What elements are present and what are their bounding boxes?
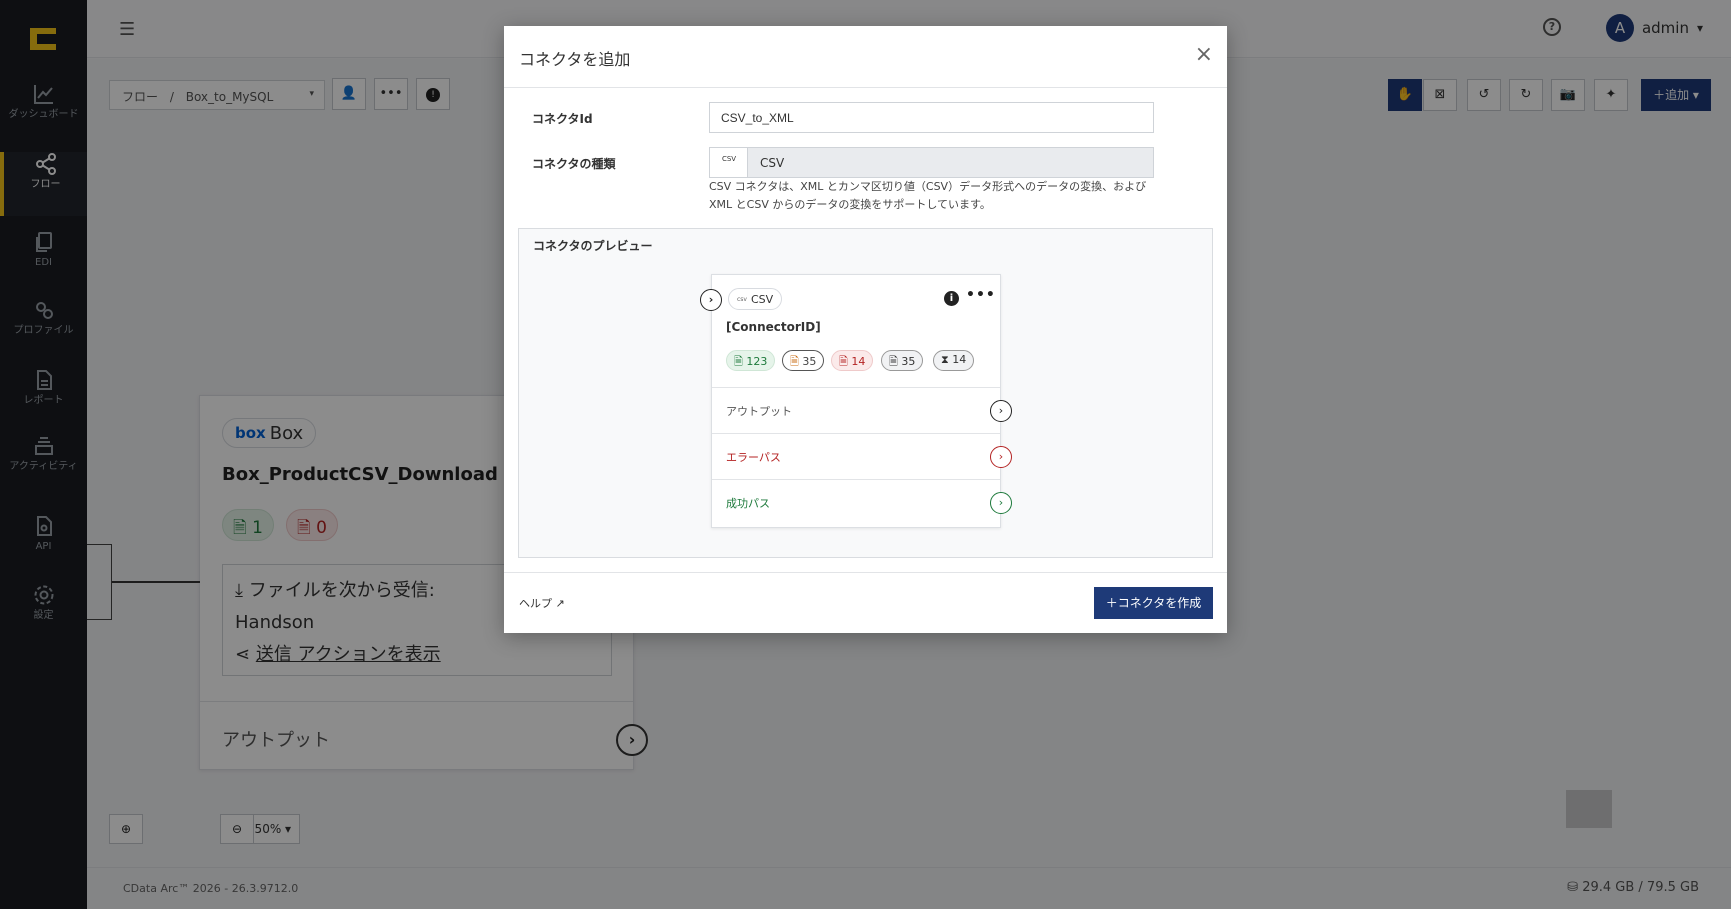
preview-success-path-row: 成功パス › [712, 479, 1012, 525]
create-connector-button[interactable]: ＋コネクタを作成 [1094, 587, 1213, 619]
count-value: 123 [746, 355, 768, 368]
help-link[interactable]: ヘルプ ↗ [519, 595, 565, 611]
count-badge-skipped: 🗎 35 [881, 350, 924, 371]
error-path-label: エラーパス [726, 451, 781, 464]
error-path-chevron-right-icon: › [990, 446, 1012, 468]
success-path-chevron-right-icon: › [990, 492, 1012, 514]
count-value: 35 [901, 355, 916, 368]
count-value: 14 [952, 353, 967, 366]
output-chevron-right-icon: › [990, 400, 1012, 422]
help-label: ヘルプ [519, 597, 552, 610]
file-error-icon: 🗎 [839, 355, 848, 368]
modal-title: コネクタを追加 [519, 50, 631, 69]
preview-output-row: アウトプット › [712, 387, 1012, 433]
ellipsis-icon: ••• [966, 287, 996, 303]
connector-type-badge: csv CSV [728, 288, 783, 310]
connector-type-value: CSV [760, 156, 785, 170]
count-value: 35 [802, 355, 817, 368]
preview-label: コネクタのプレビュー [533, 239, 653, 253]
hourglass-icon: ⧗ [941, 353, 949, 366]
preview-connector-card: › csv CSV i ••• [ConnectorID] 🗎 123 🗎 35… [700, 274, 1012, 528]
modal-header: コネクタを追加 × [504, 26, 1227, 88]
connector-id-input[interactable] [709, 102, 1154, 133]
file-icon: 🗎 [889, 355, 898, 368]
connector-preview-panel: コネクタのプレビュー › csv CSV i ••• [ConnectorID]… [518, 228, 1213, 558]
connector-type-label: コネクタの種類 [532, 157, 616, 171]
modal-footer: ヘルプ ↗ ＋コネクタを作成 [504, 572, 1227, 633]
plus-icon: ＋ [1105, 596, 1118, 610]
add-connector-modal: コネクタを追加 × コネクタId コネクタの種類 CSV CSV CSV コネク… [504, 26, 1227, 633]
csv-icon: CSV [710, 148, 748, 177]
close-icon[interactable]: × [1195, 44, 1213, 66]
external-link-icon: ↗ [555, 597, 565, 610]
csv-icon: csv [737, 295, 747, 303]
create-connector-label: コネクタを作成 [1117, 596, 1202, 610]
preview-error-path-row: エラーパス › [712, 433, 1012, 479]
csv-icon-text: CSV [721, 155, 737, 163]
success-path-label: 成功パス [726, 497, 770, 510]
count-badge-success: 🗎 123 [726, 350, 776, 371]
preview-connector-id: [ConnectorID] [726, 320, 821, 334]
input-port-chevron-right-icon: › [700, 289, 722, 311]
connector-id-label: コネクタId [532, 112, 593, 126]
count-badge-error: 🗎 14 [831, 350, 874, 371]
file-icon: 🗎 [790, 355, 799, 368]
info-icon: i [944, 291, 959, 306]
connector-type-select[interactable]: CSV CSV [709, 147, 1154, 178]
count-value: 14 [851, 355, 866, 368]
connector-type-label: CSV [750, 292, 774, 306]
count-badge-pending: 🗎 35 [782, 350, 825, 371]
output-label: アウトプット [726, 405, 792, 418]
count-badge-waiting: ⧗ 14 [933, 350, 975, 371]
file-icon: 🗎 [734, 355, 743, 368]
connector-description: CSV コネクタは、XML とカンマ区切り値（CSV）データ形式へのデータの変換… [709, 180, 1147, 211]
